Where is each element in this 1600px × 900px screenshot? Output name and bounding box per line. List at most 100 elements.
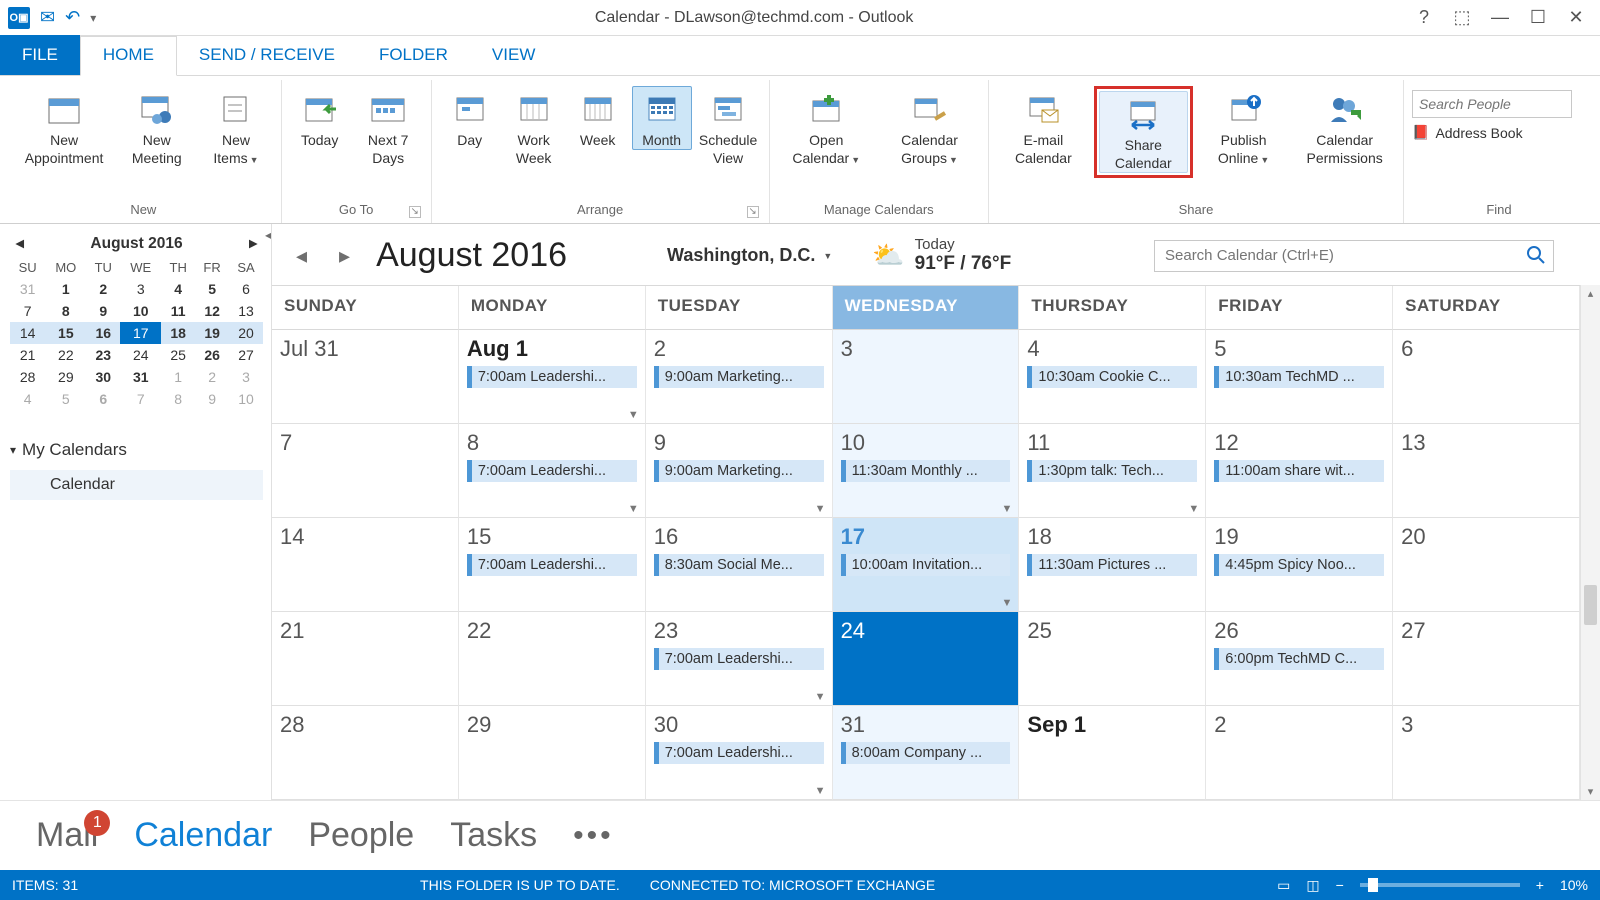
zoom-in-icon[interactable]: + [1536,877,1544,893]
week-button[interactable]: Week [568,86,628,150]
mini-day[interactable]: 29 [45,366,86,388]
address-book-button[interactable]: 📕Address Book [1412,124,1572,141]
close-button[interactable]: ✕ [1564,7,1588,28]
event[interactable]: 11:00am share wit... [1214,460,1384,482]
event[interactable]: 10:30am TechMD ... [1214,366,1384,388]
mini-prev-month[interactable]: ◂ [16,234,24,253]
month-grid[interactable]: SUNDAYMONDAYTUESDAYWEDNESDAYTHURSDAYFRID… [272,285,1580,800]
mini-day[interactable]: 15 [45,322,86,344]
mini-day[interactable]: 31 [120,366,161,388]
event[interactable]: 4:45pm Spicy Noo... [1214,554,1384,576]
mini-day[interactable]: 14 [10,322,45,344]
mini-day[interactable]: 10 [120,300,161,322]
zoom-out-icon[interactable]: − [1336,877,1344,893]
day-cell[interactable]: 22 [459,612,646,706]
event[interactable]: 1:30pm talk: Tech... [1027,460,1197,482]
publish-online-button[interactable]: Publish Online▼ [1197,86,1290,170]
tab-folder[interactable]: FOLDER [357,37,470,75]
mini-day[interactable]: 18 [161,322,195,344]
calendar-permissions-button[interactable]: Calendar Permissions [1294,86,1395,168]
day-cell[interactable]: 307:00am Leadershi...▼ [646,706,833,800]
dialog-launcher-icon[interactable]: ↘ [409,206,421,218]
schedule-view-button[interactable]: Schedule View [696,86,761,168]
scrollbar-thumb[interactable] [1584,585,1597,625]
mini-day[interactable]: 7 [120,388,161,410]
day-cell[interactable]: 29:00am Marketing... [646,330,833,424]
day-cell[interactable]: 24 [833,612,1020,706]
day-cell[interactable]: 194:45pm Spicy Noo... [1206,518,1393,612]
mini-day[interactable]: 10 [229,388,263,410]
mini-day[interactable]: 25 [161,344,195,366]
nav-tasks[interactable]: Tasks [450,816,537,855]
work-week-button[interactable]: Work Week [504,86,564,168]
mini-day[interactable]: 22 [45,344,86,366]
mini-day[interactable]: 24 [120,344,161,366]
mini-day[interactable]: 21 [10,344,45,366]
more-events-icon[interactable]: ▼ [1002,597,1013,609]
nav-more[interactable]: ••• [573,819,614,853]
more-events-icon[interactable]: ▼ [1188,503,1199,515]
mini-day[interactable]: 5 [195,278,229,300]
day-cell[interactable]: 1211:00am share wit... [1206,424,1393,518]
mini-calendar[interactable]: SUMOTUWETHFRSA31123456789101112131415161… [10,257,263,410]
next-7-days-button[interactable]: Next 7 Days [354,86,423,168]
day-cell[interactable]: 7 [272,424,459,518]
day-cell[interactable]: 157:00am Leadershi... [459,518,646,612]
more-events-icon[interactable]: ▼ [628,503,639,515]
month-button[interactable]: Month [632,86,692,150]
calendar-groups-button[interactable]: Calendar Groups▼ [879,86,980,170]
email-calendar-button[interactable]: E-mail Calendar [997,86,1090,168]
search-icon[interactable] [1526,245,1546,265]
event[interactable]: 11:30am Pictures ... [1027,554,1197,576]
day-cell[interactable]: 3 [833,330,1020,424]
day-cell[interactable]: 510:30am TechMD ... [1206,330,1393,424]
dialog-launcher-icon[interactable]: ↘ [747,206,759,218]
day-cell[interactable]: 318:00am Company ... [833,706,1020,800]
mini-day[interactable]: 30 [86,366,120,388]
new-meeting-button[interactable]: New Meeting [118,86,195,168]
mini-next-month[interactable]: ▸ [249,234,257,253]
mini-day[interactable]: 27 [229,344,263,366]
day-cell[interactable]: 99:00am Marketing...▼ [646,424,833,518]
mini-day[interactable]: 9 [86,300,120,322]
event[interactable]: 7:00am Leadershi... [654,648,824,670]
today-button[interactable]: Today [290,86,350,150]
day-cell[interactable]: 21 [272,612,459,706]
day-cell[interactable]: 87:00am Leadershi...▼ [459,424,646,518]
event[interactable]: 9:00am Marketing... [654,460,824,482]
undo-icon[interactable]: ↶ [65,7,80,28]
ribbon-options-icon[interactable]: ⬚ [1450,7,1474,28]
help-icon[interactable]: ? [1412,7,1436,28]
mini-day[interactable]: 4 [161,278,195,300]
day-cell[interactable]: 410:30am Cookie C... [1019,330,1206,424]
mini-day[interactable]: 3 [229,366,263,388]
mini-day[interactable]: 23 [86,344,120,366]
prev-month-button[interactable]: ◂ [290,243,313,269]
mini-day[interactable]: 6 [229,278,263,300]
day-cell[interactable]: 28 [272,706,459,800]
event[interactable]: 7:00am Leadershi... [467,366,637,388]
my-calendars-header[interactable]: ▾My Calendars [10,436,263,464]
scrollbar[interactable]: ▴ ▾ [1580,285,1600,800]
day-cell[interactable]: 2 [1206,706,1393,800]
view-normal-icon[interactable]: ▭ [1277,877,1290,894]
search-people-input[interactable] [1412,90,1572,118]
share-calendar-button[interactable]: Share Calendar [1099,91,1188,173]
event[interactable]: 10:30am Cookie C... [1027,366,1197,388]
day-cell[interactable]: 266:00pm TechMD C... [1206,612,1393,706]
mini-day[interactable]: 16 [86,322,120,344]
nav-mail[interactable]: Mail1 [36,816,98,855]
tab-home[interactable]: HOME [80,36,177,76]
view-reading-icon[interactable]: ◫ [1306,877,1319,894]
mini-day[interactable]: 28 [10,366,45,388]
mini-day[interactable]: 11 [161,300,195,322]
event[interactable]: 7:00am Leadershi... [467,554,637,576]
next-month-button[interactable]: ▸ [333,243,356,269]
zoom-slider[interactable] [1360,883,1520,887]
mini-day[interactable]: 4 [10,388,45,410]
new-items-button[interactable]: New Items▼ [199,86,272,170]
day-cell[interactable]: Sep 1 [1019,706,1206,800]
more-events-icon[interactable]: ▼ [815,691,826,703]
day-cell[interactable]: 1811:30am Pictures ... [1019,518,1206,612]
mini-day[interactable]: 1 [45,278,86,300]
